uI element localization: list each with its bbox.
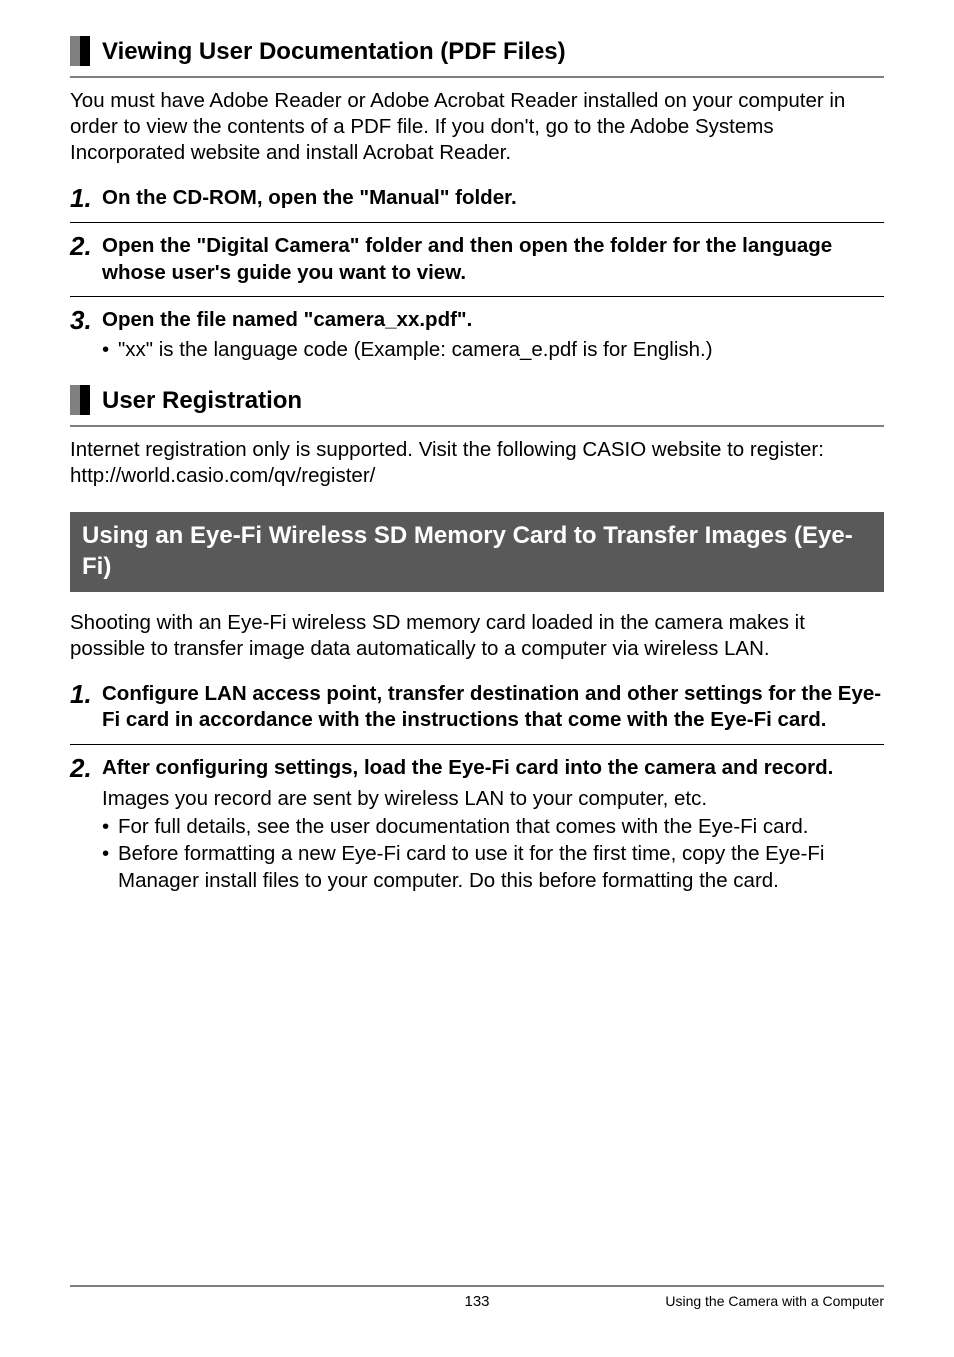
step-divider — [70, 222, 884, 223]
eye-fi-step-2: 2. After configuring settings, load the … — [70, 755, 884, 782]
step-divider — [70, 296, 884, 297]
heading-underline — [70, 425, 884, 427]
step-divider — [70, 744, 884, 745]
footer-rule — [70, 1285, 884, 1287]
heading-underline — [70, 76, 884, 78]
banner-eye-fi: Using an Eye-Fi Wireless SD Memory Card … — [70, 512, 884, 592]
step-2: 2. Open the "Digital Camera" folder and … — [70, 233, 884, 286]
heading-bar-black — [80, 36, 90, 66]
subheading-text: Viewing User Documentation (PDF Files) — [102, 36, 566, 66]
step-number: 3. — [70, 307, 102, 334]
step-1: 1. On the CD-ROM, open the "Manual" fold… — [70, 185, 884, 212]
subheading-text: User Registration — [102, 385, 302, 415]
page-footer: 133 Using the Camera with a Computer — [0, 1285, 954, 1309]
subheading-user-registration: User Registration — [70, 385, 884, 415]
step-body: Open the "Digital Camera" folder and the… — [102, 233, 884, 286]
bullet-icon: • — [102, 337, 118, 364]
page-number: 133 — [464, 1293, 489, 1310]
eye-fi-step-2-body: Images you record are sent by wireless L… — [70, 786, 884, 812]
step-body: After configuring settings, load the Eye… — [102, 755, 884, 782]
page: Viewing User Documentation (PDF Files) Y… — [0, 0, 954, 1357]
intro-paragraph-1: You must have Adobe Reader or Adobe Acro… — [70, 88, 884, 167]
step-3-bullet: • "xx" is the language code (Example: ca… — [70, 337, 884, 364]
eye-fi-step-1: 1. Configure LAN access point, transfer … — [70, 681, 884, 734]
footer-row: 133 Using the Camera with a Computer — [70, 1293, 884, 1309]
step-number: 1. — [70, 681, 102, 708]
step-body: Configure LAN access point, transfer des… — [102, 681, 884, 734]
bullet-text: For full details, see the user documenta… — [118, 814, 884, 841]
eye-fi-bullet-1: • For full details, see the user documen… — [70, 814, 884, 841]
heading-bar-black — [80, 385, 90, 415]
step-body: Open the file named "camera_xx.pdf". — [102, 307, 884, 334]
eye-fi-intro: Shooting with an Eye-Fi wireless SD memo… — [70, 610, 884, 662]
bullet-icon: • — [102, 814, 118, 841]
bullet-text: "xx" is the language code (Example: came… — [118, 337, 884, 364]
step-number: 1. — [70, 185, 102, 212]
registration-paragraph: Internet registration only is supported.… — [70, 437, 884, 489]
heading-bar-gray — [70, 36, 80, 66]
step-number: 2. — [70, 233, 102, 260]
eye-fi-bullet-2: • Before formatting a new Eye-Fi card to… — [70, 841, 884, 894]
bullet-text: Before formatting a new Eye-Fi card to u… — [118, 841, 884, 894]
registration-line-1: Internet registration only is supported.… — [70, 438, 824, 461]
subheading-viewing-docs: Viewing User Documentation (PDF Files) — [70, 36, 884, 66]
step-3: 3. Open the file named "camera_xx.pdf". — [70, 307, 884, 334]
bullet-icon: • — [102, 841, 118, 894]
heading-bar-gray — [70, 385, 80, 415]
registration-url: http://world.casio.com/qv/register/ — [70, 464, 375, 487]
step-number: 2. — [70, 755, 102, 782]
step-body: On the CD-ROM, open the "Manual" folder. — [102, 185, 884, 212]
chapter-title: Using the Camera with a Computer — [665, 1293, 884, 1309]
